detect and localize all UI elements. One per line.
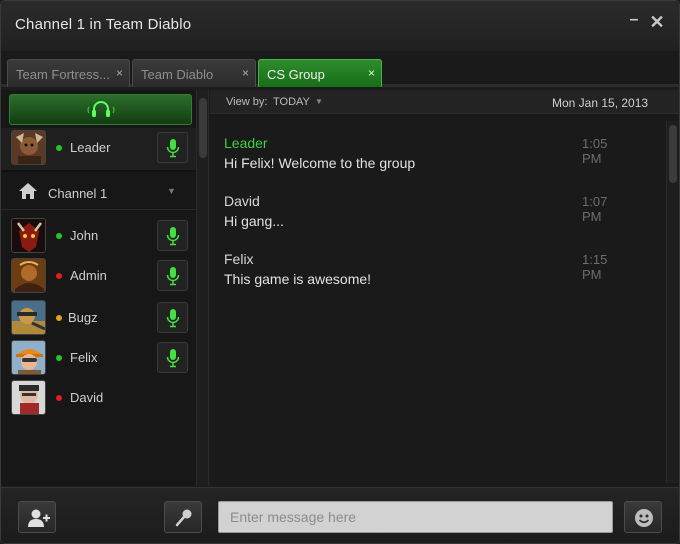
tab-close-icon[interactable]: ×: [116, 66, 123, 80]
member-name: John: [70, 228, 99, 243]
channel-label: Channel 1: [48, 186, 108, 201]
microphone-icon: [166, 309, 180, 328]
member-scrollbar[interactable]: [196, 90, 209, 486]
status-online-indicator: [56, 355, 62, 361]
chat-window: Channel 1 in Team Diablo – ✕ Team Fortre…: [0, 0, 680, 544]
emoji-button[interactable]: [624, 501, 662, 533]
tab-close-icon[interactable]: ×: [368, 66, 375, 80]
minimize-button[interactable]: –: [625, 11, 643, 29]
channel-selector[interactable]: Channel 1 ▼: [1, 176, 196, 210]
message-input[interactable]: [218, 501, 613, 533]
message-text: Hi Felix! Welcome to the group: [224, 155, 416, 171]
smiley-icon: [635, 509, 653, 527]
voice-toggle-button[interactable]: [9, 94, 192, 125]
member-name: Leader: [70, 140, 111, 155]
avatar: [11, 258, 46, 293]
member-row-felix[interactable]: Felix: [1, 338, 196, 378]
avatar: [11, 130, 46, 165]
add-user-icon: [28, 509, 50, 527]
chat-scrollbar[interactable]: [666, 121, 678, 483]
tab-close-icon[interactable]: ×: [242, 66, 249, 80]
tab-label: CS Group: [267, 67, 325, 82]
avatar: [11, 218, 46, 253]
member-name: Admin: [70, 268, 107, 283]
member-row-john[interactable]: John: [1, 216, 196, 256]
chat-panel: View by: TODAY ▼ Mon Jan 15, 2013 Leader…: [210, 90, 679, 486]
member-panel: Leader Channel 1 ▼ John Admin Bugz Felix…: [1, 90, 196, 486]
scrollbar-thumb[interactable]: [669, 125, 677, 183]
tab-team-diablo[interactable]: Team Diablo ×: [132, 59, 256, 87]
mic-button[interactable]: [157, 302, 188, 333]
message-time: 1:05 PM: [582, 136, 608, 166]
title-bar: Channel 1 in Team Diablo – ✕: [1, 1, 679, 51]
status-away-indicator: [56, 315, 62, 321]
microphone-icon: [166, 227, 180, 246]
member-name: Bugz: [68, 310, 98, 325]
avatar: [11, 300, 46, 335]
chevron-down-icon: ▼: [167, 186, 176, 196]
chat-date: Mon Jan 15, 2013: [552, 96, 649, 110]
view-by-label: View by:: [226, 96, 268, 108]
view-bar: View by: TODAY ▼ Mon Jan 15, 2013: [210, 90, 679, 114]
tab-label: Team Diablo: [141, 67, 214, 82]
mic-button[interactable]: [157, 342, 188, 373]
bottom-bar: [1, 487, 679, 543]
member-name: David: [70, 390, 104, 405]
member-row-david[interactable]: David: [1, 378, 196, 418]
window-title: Channel 1 in Team Diablo: [15, 16, 192, 33]
scrollbar-thumb[interactable]: [199, 98, 207, 158]
avatar: [11, 380, 46, 415]
status-busy-indicator: [56, 395, 62, 401]
message-text: Hi gang...: [224, 213, 284, 229]
message-item: Felix 1:15 PM This game is awesome!: [224, 251, 629, 287]
member-row-bugz[interactable]: Bugz: [1, 298, 196, 338]
message-sender: Felix: [224, 251, 254, 267]
message-item: David 1:07 PM Hi gang...: [224, 193, 629, 229]
mic-button[interactable]: [157, 260, 188, 291]
close-button[interactable]: ✕: [648, 13, 666, 31]
status-online-indicator: [56, 233, 62, 239]
message-sender: David: [224, 193, 260, 209]
avatar: [11, 340, 46, 375]
message-sender: Leader: [224, 135, 268, 151]
tab-cs-group[interactable]: CS Group ×: [258, 59, 382, 87]
status-online-indicator: [56, 145, 62, 151]
mic-button[interactable]: [157, 220, 188, 251]
tab-bar: Team Fortress... × Team Diablo × CS Grou…: [1, 51, 679, 87]
microphone-icon: [166, 139, 180, 158]
member-name: Felix: [70, 350, 98, 365]
status-busy-indicator: [56, 273, 62, 279]
microphone-icon: [166, 349, 180, 368]
message-time: 1:07 PM: [582, 194, 608, 224]
leader-row[interactable]: Leader: [1, 128, 196, 172]
microphone-icon: [175, 509, 192, 527]
member-row-admin[interactable]: Admin: [1, 256, 196, 296]
tab-label: Team Fortress...: [16, 67, 110, 82]
message-time: 1:15 PM: [582, 252, 608, 282]
add-user-button[interactable]: [18, 501, 56, 533]
message-item: Leader 1:05 PM Hi Felix! Welcome to the …: [224, 135, 629, 171]
mic-button[interactable]: [157, 132, 188, 163]
view-by-dropdown[interactable]: TODAY: [273, 96, 310, 108]
home-icon: [19, 183, 37, 199]
microphone-icon: [166, 267, 180, 286]
message-text: This game is awesome!: [224, 271, 372, 287]
tab-team-fortress[interactable]: Team Fortress... ×: [7, 59, 130, 87]
headset-icon: [87, 101, 115, 117]
chevron-down-icon[interactable]: ▼: [315, 97, 323, 106]
push-to-talk-button[interactable]: [164, 501, 202, 533]
